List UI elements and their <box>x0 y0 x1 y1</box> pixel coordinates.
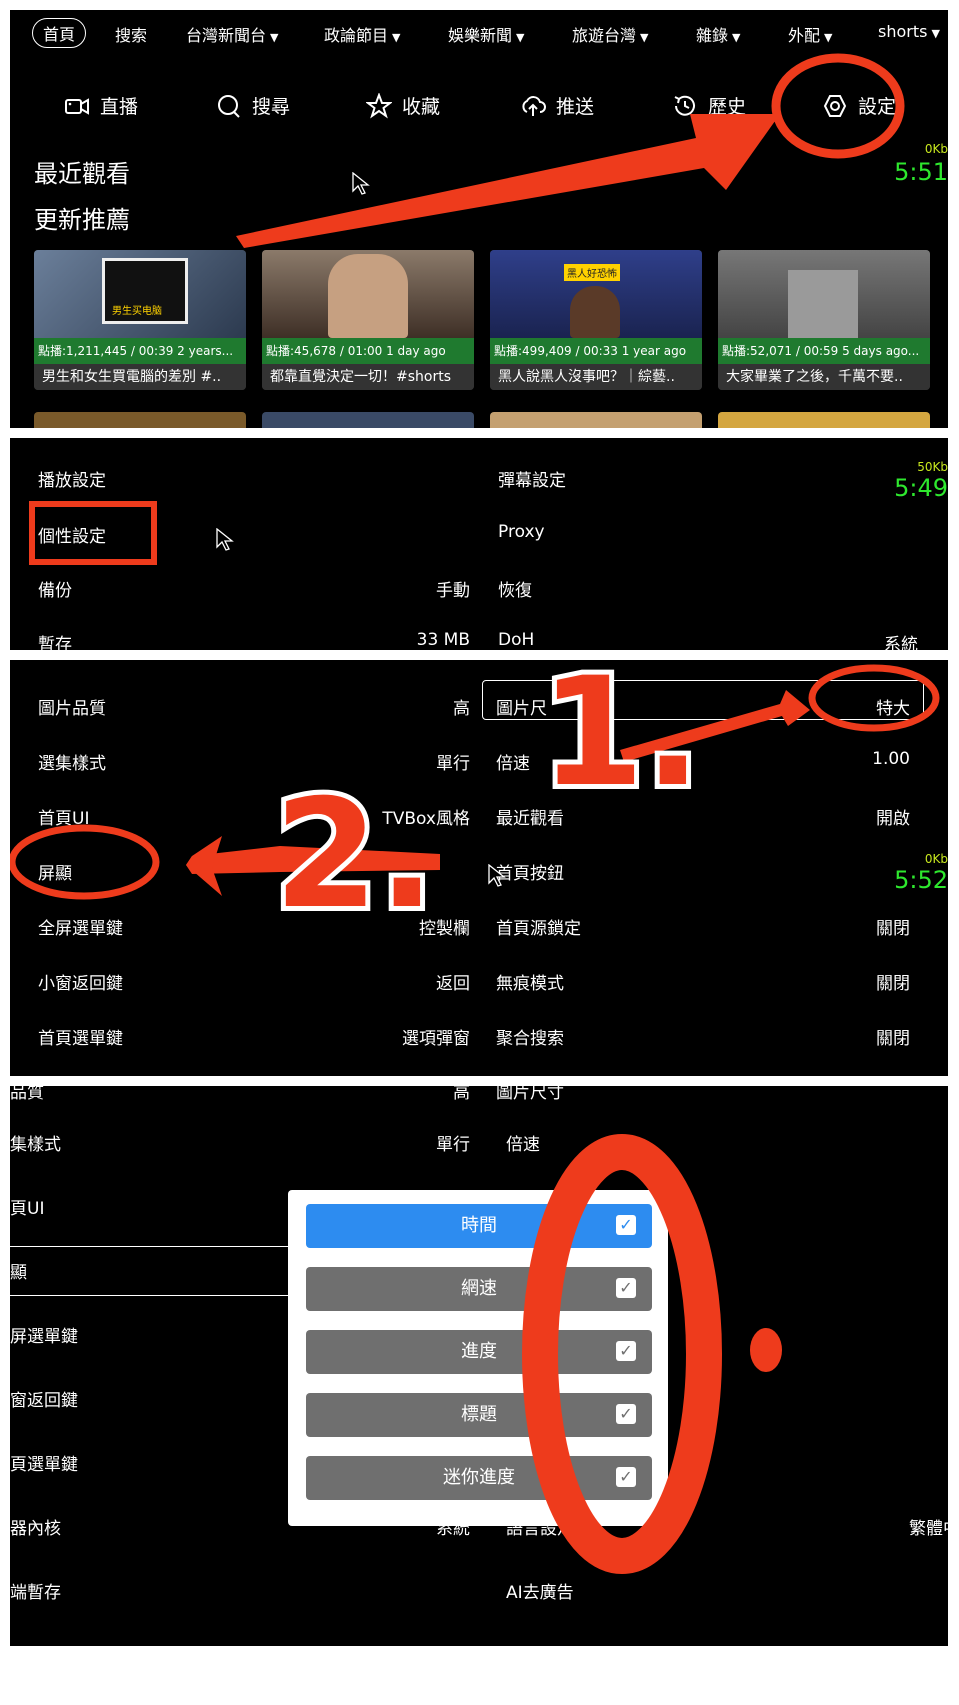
backup-value: 手動 <box>436 581 470 601</box>
step-2-annotation: 2. <box>269 763 440 947</box>
proxy-item[interactable]: Proxy <box>498 522 545 542</box>
settings-menu-panel: 播放設定 個性設定 備份 手動 暫存 33 MB 彈幕設定 Proxy 恢復 D… <box>10 438 948 650</box>
clock: 5:49 <box>894 474 948 502</box>
restore-item[interactable]: 恢復 <box>498 576 532 601</box>
doh-value: 系統 <box>884 635 918 650</box>
highlight-box <box>29 501 157 565</box>
step-1-annotation: 1. <box>535 660 706 825</box>
annotation-arrow <box>236 53 905 248</box>
danmaku-settings-item[interactable]: 彈幕設定 <box>498 466 566 491</box>
cache-value: 33 MB <box>416 630 470 650</box>
personal-settings-panel: 圖片品質 高 選集樣式 單行 首頁UI TVBox風格 屏顯 全屏選單鍵 控製欄… <box>10 660 948 1076</box>
step-3-annotation <box>522 1134 782 1574</box>
network-speed: 50Kb <box>917 460 948 474</box>
annotation-markings <box>10 664 940 900</box>
home-screen-panel: 首頁 搜索 台灣新聞台 ▼ 政論節目 ▼ 娛樂新聞 ▼ 旅遊台灣 ▼ 雜錄 ▼ 外配 ▼ s… <box>10 10 948 428</box>
screen-display-dialog-panel: 品質 高 圖片尺寸 集樣式 單行 頁UI 顯 屏選單鍵 窗返回鍵 頁選單鍵 器內… <box>10 1086 948 1646</box>
doh-item[interactable]: DoH <box>498 630 534 650</box>
mouse-cursor-icon <box>216 528 234 551</box>
